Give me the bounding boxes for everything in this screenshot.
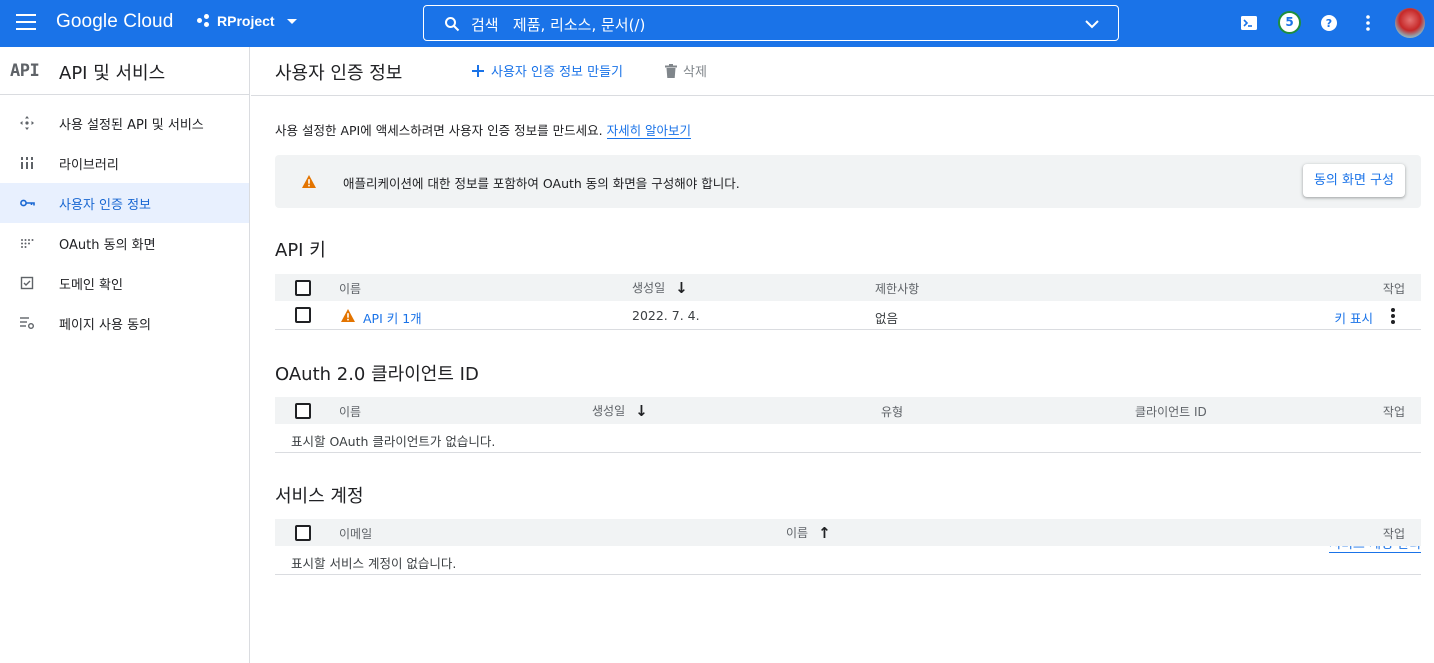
sidebar-item-oauth-consent[interactable]: OAuth 동의 화면 bbox=[0, 223, 249, 263]
sidebar-item-label: 라이브러리 bbox=[59, 158, 119, 173]
select-all-checkbox[interactable] bbox=[295, 280, 311, 296]
api-logo-icon: API bbox=[10, 61, 40, 81]
col-name-label: 이름 bbox=[786, 526, 809, 540]
api-keys-title: API 키 bbox=[275, 240, 326, 261]
key-icon bbox=[20, 199, 35, 207]
sidebar-item-label: 도메인 확인 bbox=[59, 278, 123, 293]
empty-message: 표시할 서비스 계정이 없습니다. bbox=[291, 556, 457, 571]
menu-icon[interactable] bbox=[16, 14, 36, 30]
restrictions-value: 없음 bbox=[875, 311, 899, 326]
table-row: API 키 1개 2022. 7. 4. 없음 키 표시 bbox=[275, 301, 1421, 330]
consent-warning-banner: 애플리케이션에 대한 정보를 포함하여 OAuth 동의 화면을 구성해야 합니… bbox=[275, 155, 1421, 208]
col-name[interactable]: 이름 bbox=[339, 403, 361, 420]
top-app-bar: Google Cloud RProject 검색 제품, 리소스, 문서(/) … bbox=[0, 0, 1434, 47]
oauth-table: 이름 생성일 ↓ 유형 클라이언트 ID 작업 표시할 OAuth 클라이언트가 … bbox=[275, 397, 1421, 453]
configure-consent-screen-button[interactable]: 동의 화면 구성 bbox=[1302, 164, 1405, 197]
plus-icon bbox=[472, 64, 484, 77]
sidebar-item-library[interactable]: 라이브러리 bbox=[0, 143, 249, 183]
help-icon[interactable]: ? bbox=[1318, 12, 1340, 34]
cloud-shell-icon[interactable] bbox=[1238, 12, 1260, 34]
oauth-dots-icon bbox=[21, 239, 34, 248]
domain-check-icon bbox=[20, 276, 34, 290]
sidebar-item-label: 사용 설정된 API 및 서비스 bbox=[59, 118, 204, 133]
warning-icon bbox=[302, 175, 316, 188]
project-name: RProject bbox=[217, 13, 275, 29]
table-header: 이메일 이름 ↑ 작업 bbox=[275, 519, 1421, 546]
sidebar-header: API API 및 서비스 bbox=[0, 47, 249, 95]
more-vert-icon[interactable] bbox=[1391, 308, 1395, 326]
warning-icon bbox=[341, 309, 355, 322]
row-checkbox[interactable] bbox=[295, 307, 311, 323]
col-client-id[interactable]: 클라이언트 ID bbox=[1135, 403, 1207, 420]
empty-row: 표시할 OAuth 클라이언트가 없습니다. bbox=[275, 424, 1421, 453]
notification-badge[interactable]: 5 bbox=[1278, 11, 1301, 34]
arrow-down-icon: ↓ bbox=[675, 279, 688, 297]
arrow-down-icon: ↓ bbox=[635, 402, 648, 420]
sidebar-item-page-usage-agreements[interactable]: 페이지 사용 동의 bbox=[0, 303, 249, 343]
sidebar-item-credentials[interactable]: 사용자 인증 정보 bbox=[0, 183, 249, 223]
sidebar: API API 및 서비스 사용 설정된 API 및 서비스 라이브러리 사용자… bbox=[0, 47, 250, 663]
delete-label: 삭제 bbox=[683, 65, 707, 80]
show-key-link[interactable]: 키 표시 bbox=[1335, 308, 1373, 327]
col-created-label: 생성일 bbox=[592, 404, 626, 418]
oauth-title: OAuth 2.0 클라이언트 ID bbox=[275, 364, 479, 385]
search-placeholder: 검색 제품, 리소스, 문서(/) bbox=[471, 16, 646, 34]
empty-message: 표시할 OAuth 클라이언트가 없습니다. bbox=[291, 434, 496, 449]
avatar[interactable] bbox=[1395, 8, 1425, 38]
col-actions: 작업 bbox=[1382, 405, 1405, 419]
search-icon bbox=[445, 17, 460, 32]
caret-down-icon bbox=[286, 18, 297, 24]
sidebar-item-label: OAuth 동의 화면 bbox=[59, 238, 156, 253]
col-email[interactable]: 이메일 bbox=[339, 525, 372, 542]
sidebar-item-label: 사용자 인증 정보 bbox=[59, 198, 151, 213]
col-created[interactable]: 생성일 ↓ bbox=[632, 279, 688, 297]
col-actions: 작업 bbox=[1382, 527, 1405, 541]
chevron-down-icon[interactable] bbox=[1084, 16, 1100, 32]
col-name[interactable]: 이름 ↑ bbox=[786, 524, 831, 542]
created-date: 2022. 7. 4. bbox=[632, 308, 700, 323]
col-name[interactable]: 이름 bbox=[339, 280, 361, 297]
service-accounts-table: 이메일 이름 ↑ 작업 표시할 서비스 계정이 없습니다. bbox=[275, 519, 1421, 575]
google-cloud-logo[interactable]: Google Cloud bbox=[56, 11, 173, 33]
page-title: 사용자 인증 정보 bbox=[275, 63, 403, 84]
intro-description: 사용 설정한 API에 액세스하려면 사용자 인증 정보를 만드세요. bbox=[275, 123, 603, 138]
create-credentials-label: 사용자 인증 정보 만들기 bbox=[491, 65, 623, 80]
trash-icon bbox=[665, 63, 677, 78]
service-accounts-title: 서비스 계정 bbox=[275, 486, 364, 507]
api-keys-table: 이름 생성일 ↓ 제한사항 작업 API 키 1개 2022. 7. 4. 없음 … bbox=[275, 274, 1421, 330]
col-restrictions: 제한사항 bbox=[875, 282, 920, 296]
create-credentials-button[interactable]: 사용자 인증 정보 만들기 bbox=[471, 61, 623, 80]
col-type[interactable]: 유형 bbox=[881, 403, 903, 420]
sidebar-title: API 및 서비스 bbox=[59, 63, 166, 84]
empty-row: 표시할 서비스 계정이 없습니다. bbox=[275, 546, 1421, 575]
library-icon bbox=[21, 157, 33, 169]
api-key-name-link[interactable]: API 키 1개 bbox=[363, 308, 422, 327]
project-selector[interactable]: RProject bbox=[197, 13, 297, 29]
intro-text: 사용 설정한 API에 액세스하려면 사용자 인증 정보를 만드세요. 자세히 알… bbox=[275, 120, 692, 139]
banner-text: 애플리케이션에 대한 정보를 포함하여 OAuth 동의 화면을 구성해야 합니… bbox=[343, 176, 740, 191]
search-bar[interactable]: 검색 제품, 리소스, 문서(/) bbox=[423, 5, 1119, 41]
enabled-apis-icon bbox=[20, 116, 34, 130]
col-actions: 작업 bbox=[1382, 282, 1405, 296]
page-settings-icon bbox=[20, 317, 34, 329]
main-content: 사용자 인증 정보 사용자 인증 정보 만들기 삭제 사용 설정한 API에 액… bbox=[251, 47, 1434, 663]
col-created-label: 생성일 bbox=[632, 281, 666, 295]
page-header: 사용자 인증 정보 사용자 인증 정보 만들기 삭제 bbox=[251, 47, 1434, 96]
select-all-checkbox[interactable] bbox=[295, 403, 311, 419]
col-created[interactable]: 생성일 ↓ bbox=[592, 402, 648, 420]
learn-more-link[interactable]: 자세히 알아보기 bbox=[606, 123, 692, 139]
more-vert-icon[interactable] bbox=[1357, 12, 1379, 34]
delete-button[interactable]: 삭제 bbox=[665, 61, 707, 80]
table-header: 이름 생성일 ↓ 유형 클라이언트 ID 작업 bbox=[275, 397, 1421, 424]
sidebar-item-domain-verification[interactable]: 도메인 확인 bbox=[0, 263, 249, 303]
sidebar-item-enabled-apis[interactable]: 사용 설정된 API 및 서비스 bbox=[0, 103, 249, 143]
table-header: 이름 생성일 ↓ 제한사항 작업 bbox=[275, 274, 1421, 301]
arrow-up-icon: ↑ bbox=[818, 524, 831, 542]
select-all-checkbox[interactable] bbox=[295, 525, 311, 541]
svg-text:?: ? bbox=[1326, 17, 1332, 30]
project-icon bbox=[197, 14, 211, 28]
sidebar-item-label: 페이지 사용 동의 bbox=[59, 318, 151, 333]
